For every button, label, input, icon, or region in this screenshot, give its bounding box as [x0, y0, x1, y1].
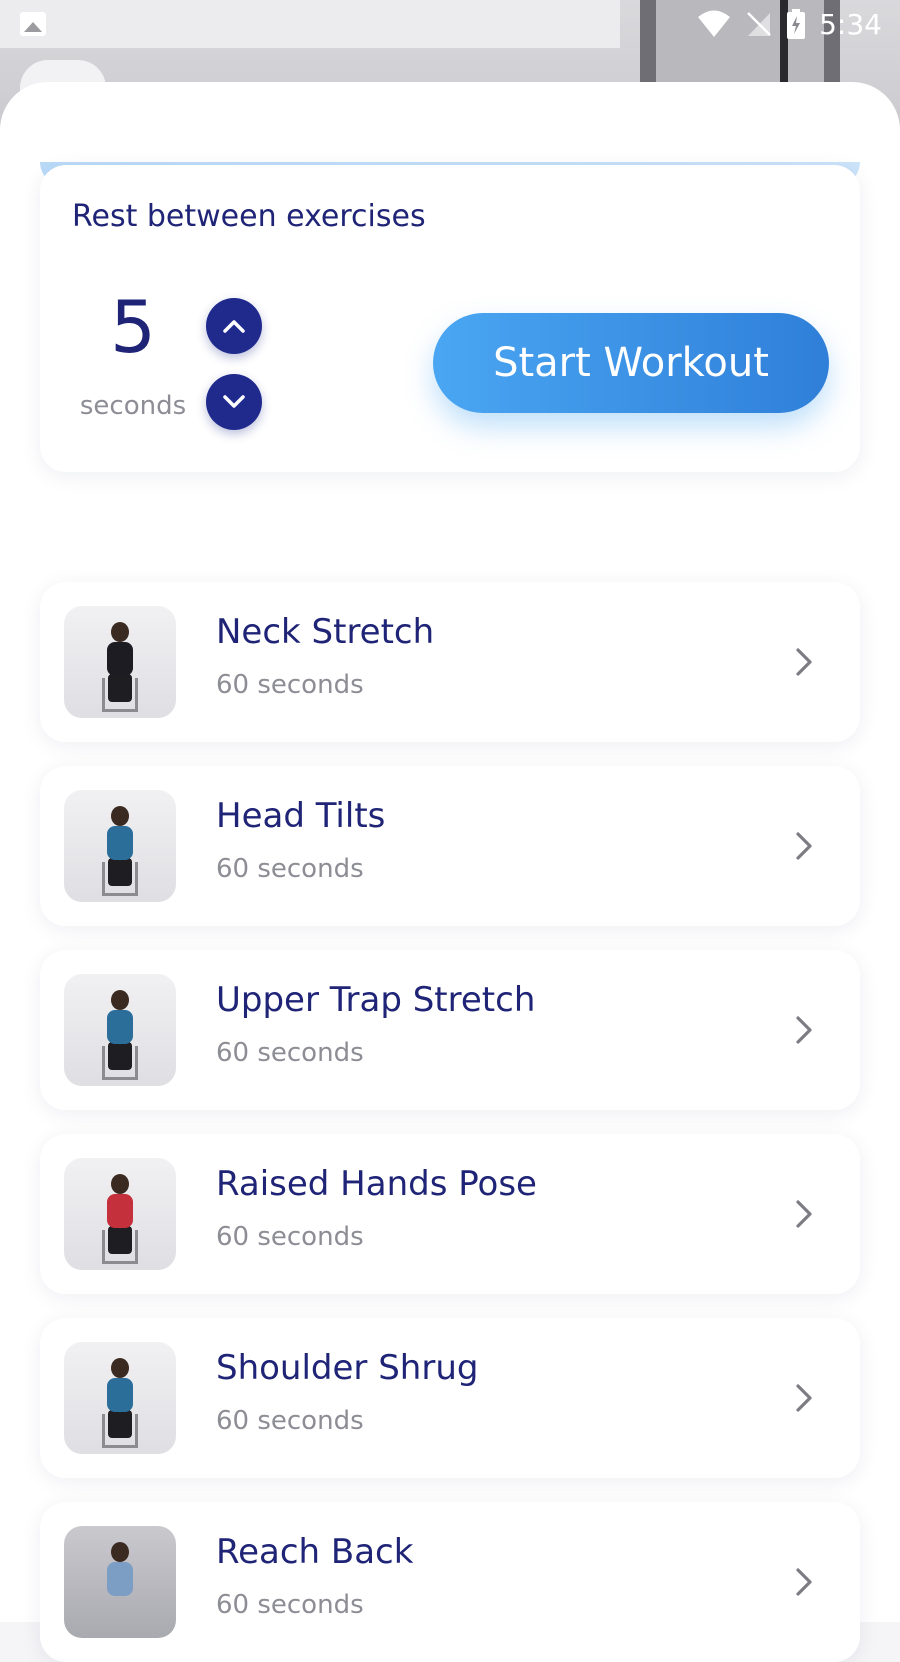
exercise-thumbnail	[64, 1158, 176, 1270]
chevron-right-icon	[796, 1384, 812, 1412]
exercise-duration: 60 seconds	[216, 1038, 364, 1068]
wifi-icon	[698, 10, 731, 37]
exercise-thumbnail	[64, 606, 176, 718]
exercise-name: Reach Back	[216, 1532, 414, 1572]
exercise-duration: 60 seconds	[216, 1590, 364, 1620]
chevron-right-icon	[796, 832, 812, 860]
chevron-right-icon	[796, 1568, 812, 1596]
exercise-duration: 60 seconds	[216, 670, 364, 700]
decrease-rest-button[interactable]	[206, 374, 262, 430]
chevron-right-icon	[796, 1200, 812, 1228]
exercise-name: Neck Stretch	[216, 612, 435, 652]
status-bar: 5:34	[0, 0, 900, 48]
exercise-item[interactable]: Upper Trap Stretch 60 seconds	[40, 950, 860, 1110]
exercise-name: Raised Hands Pose	[216, 1164, 537, 1204]
exercise-name: Upper Trap Stretch	[216, 980, 536, 1020]
exercise-thumbnail	[64, 1526, 176, 1638]
rest-settings-card: Rest between exercises 5 seconds Start W…	[40, 165, 860, 472]
start-workout-button[interactable]: Start Workout	[433, 313, 829, 413]
exercise-item[interactable]: Head Tilts 60 seconds	[40, 766, 860, 926]
rest-unit: seconds	[79, 391, 187, 421]
exercise-duration: 60 seconds	[216, 1406, 364, 1436]
exercise-item[interactable]: Raised Hands Pose 60 seconds	[40, 1134, 860, 1294]
exercise-item[interactable]: Reach Back 60 seconds	[40, 1502, 860, 1662]
exercise-thumbnail	[64, 974, 176, 1086]
chevron-down-icon	[223, 395, 245, 408]
chevron-right-icon	[796, 648, 812, 676]
exercise-thumbnail	[64, 790, 176, 902]
exercise-item[interactable]: Shoulder Shrug 60 seconds	[40, 1318, 860, 1478]
image-notification-icon	[20, 12, 46, 36]
exercise-item[interactable]: Neck Stretch 60 seconds	[40, 582, 860, 742]
exercise-thumbnail	[64, 1342, 176, 1454]
increase-rest-button[interactable]	[206, 298, 262, 354]
status-time: 5:34	[819, 7, 882, 41]
rest-title: Rest between exercises	[72, 199, 426, 234]
exercise-duration: 60 seconds	[216, 854, 364, 884]
exercise-name: Shoulder Shrug	[216, 1348, 479, 1388]
chevron-up-icon	[223, 320, 245, 333]
chevron-right-icon	[796, 1016, 812, 1044]
exercise-name: Head Tilts	[216, 796, 386, 836]
no-sim-icon	[747, 12, 771, 36]
battery-charging-icon	[787, 9, 806, 39]
rest-value: 5	[110, 285, 156, 369]
exercise-duration: 60 seconds	[216, 1222, 364, 1252]
